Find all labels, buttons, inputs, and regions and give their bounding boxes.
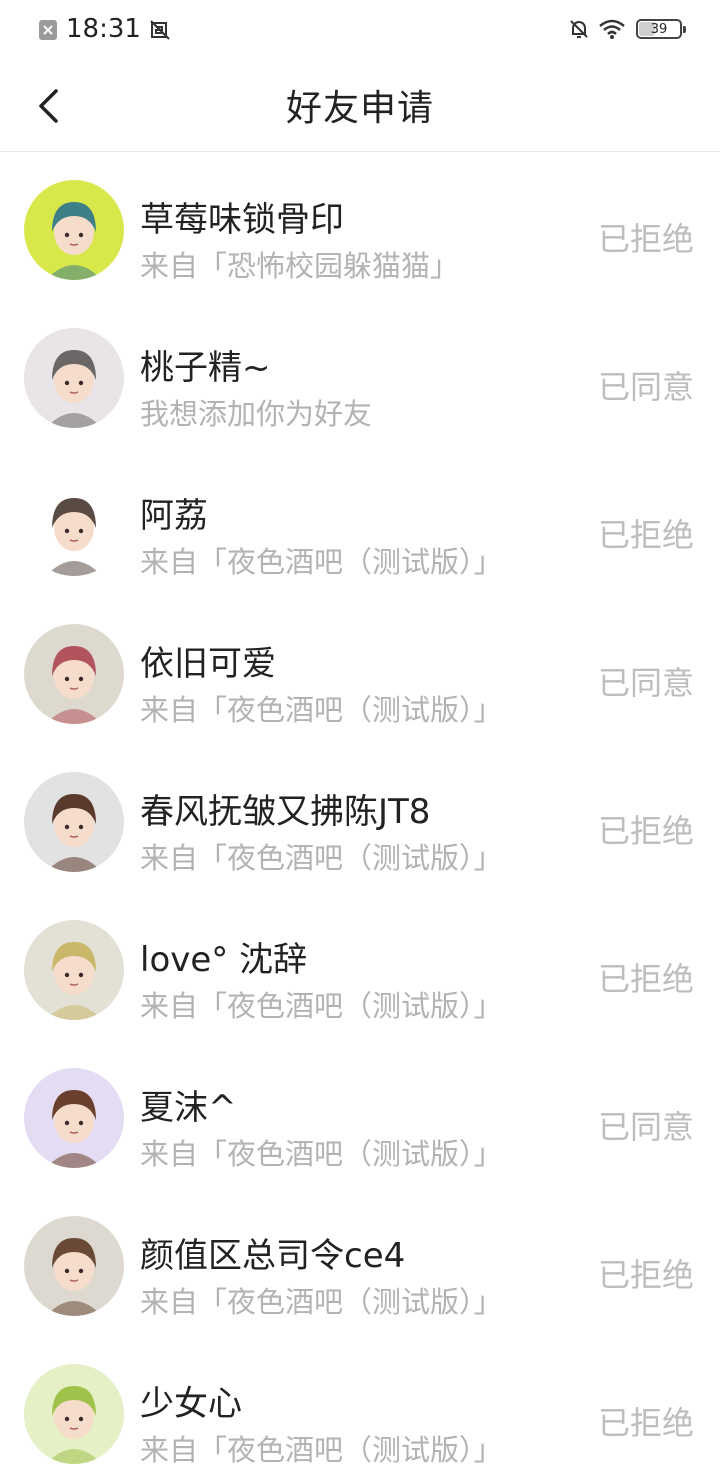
avatar-illustration: [24, 772, 124, 872]
request-status: 已同意: [597, 368, 694, 406]
avatar[interactable]: [24, 624, 124, 724]
friend-request-item[interactable]: 夏沫^ 来自「夜色酒吧（测试版）」 已同意: [0, 1040, 720, 1188]
request-status: 已同意: [597, 664, 694, 702]
avatar[interactable]: [24, 180, 124, 280]
status-bar: 18:31 39: [0, 0, 720, 58]
friend-request-item[interactable]: 阿荔 来自「夜色酒吧（测试版）」 已拒绝: [0, 448, 720, 596]
friend-request-item[interactable]: 少女心 来自「夜色酒吧（测试版）」 已拒绝: [0, 1336, 720, 1484]
wifi-icon: [598, 18, 626, 40]
request-source: 来自「夜色酒吧（测试版）」: [140, 1285, 503, 1319]
friend-request-item[interactable]: 草莓味锁骨印 来自「恐怖校园躲猫猫」 已拒绝: [0, 152, 720, 300]
requester-name: 少女心: [140, 1384, 242, 1424]
request-source: 来自「夜色酒吧（测试版）」: [140, 1137, 503, 1171]
request-source: 来自「夜色酒吧（测试版）」: [140, 545, 503, 579]
avatar[interactable]: [24, 476, 124, 576]
back-button[interactable]: [28, 84, 68, 128]
avatar-illustration: [24, 1068, 124, 1168]
notification-close-icon: [38, 18, 58, 40]
request-source: 来自「夜色酒吧（测试版）」: [140, 989, 503, 1023]
request-source: 来自「夜色酒吧（测试版）」: [140, 1433, 503, 1467]
requester-name: 草莓味锁骨印: [140, 200, 344, 240]
friend-request-item[interactable]: love° 沈辞 来自「夜色酒吧（测试版）」 已拒绝: [0, 892, 720, 1040]
requester-name: 桃子精~: [140, 348, 271, 388]
request-status: 已拒绝: [597, 960, 694, 998]
request-status: 已同意: [597, 1108, 694, 1146]
avatar-illustration: [24, 328, 124, 428]
avatar-illustration: [24, 1216, 124, 1316]
avatar-illustration: [24, 1364, 124, 1464]
mute-bell-icon: [568, 18, 588, 40]
request-status: 已拒绝: [597, 812, 694, 850]
chevron-left-icon: [39, 89, 58, 123]
avatar[interactable]: [24, 772, 124, 872]
requester-name: 夏沫^: [140, 1088, 237, 1128]
status-time: 18:31: [66, 14, 141, 44]
avatar[interactable]: [24, 1068, 124, 1168]
avatar-illustration: [24, 476, 124, 576]
page-title: 好友申请: [285, 87, 434, 129]
friend-request-list: 草莓味锁骨印 来自「恐怖校园躲猫猫」 已拒绝 桃子精~ 我想添加你为好友 已同意…: [0, 152, 720, 1484]
friend-request-item[interactable]: 依旧可爱 来自「夜色酒吧（测试版）」 已同意: [0, 596, 720, 744]
screenshot-icon: [149, 18, 170, 40]
request-source: 来自「夜色酒吧（测试版）」: [140, 841, 503, 875]
request-source: 我想添加你为好友: [140, 397, 373, 431]
avatar[interactable]: [24, 1216, 124, 1316]
requester-name: 阿荔: [140, 496, 208, 536]
avatar[interactable]: [24, 920, 124, 1020]
request-status: 已拒绝: [597, 220, 694, 258]
requester-name: 春风抚皱又拂陈JT8: [140, 792, 431, 832]
avatar[interactable]: [24, 328, 124, 428]
friend-request-item[interactable]: 桃子精~ 我想添加你为好友 已同意: [0, 300, 720, 448]
request-status: 已拒绝: [597, 1404, 694, 1442]
avatar-illustration: [24, 920, 124, 1020]
request-source: 来自「夜色酒吧（测试版）」: [140, 693, 503, 727]
avatar-illustration: [24, 624, 124, 724]
requester-name: 依旧可爱: [140, 644, 276, 684]
requester-name: love° 沈辞: [140, 940, 308, 980]
request-status: 已拒绝: [597, 516, 694, 554]
friend-request-item[interactable]: 颜值区总司令ce4 来自「夜色酒吧（测试版）」 已拒绝: [0, 1188, 720, 1336]
avatar-illustration: [24, 180, 124, 280]
request-status: 已拒绝: [597, 1256, 694, 1294]
avatar[interactable]: [24, 1364, 124, 1464]
requester-name: 颜值区总司令ce4: [140, 1236, 406, 1276]
friend-request-item[interactable]: 春风抚皱又拂陈JT8 来自「夜色酒吧（测试版）」 已拒绝: [0, 744, 720, 892]
battery-indicator: 39: [636, 19, 686, 39]
battery-level: 39: [650, 21, 668, 37]
request-source: 来自「恐怖校园躲猫猫」: [140, 249, 460, 283]
top-navigation-bar: 好友申请: [0, 58, 720, 152]
